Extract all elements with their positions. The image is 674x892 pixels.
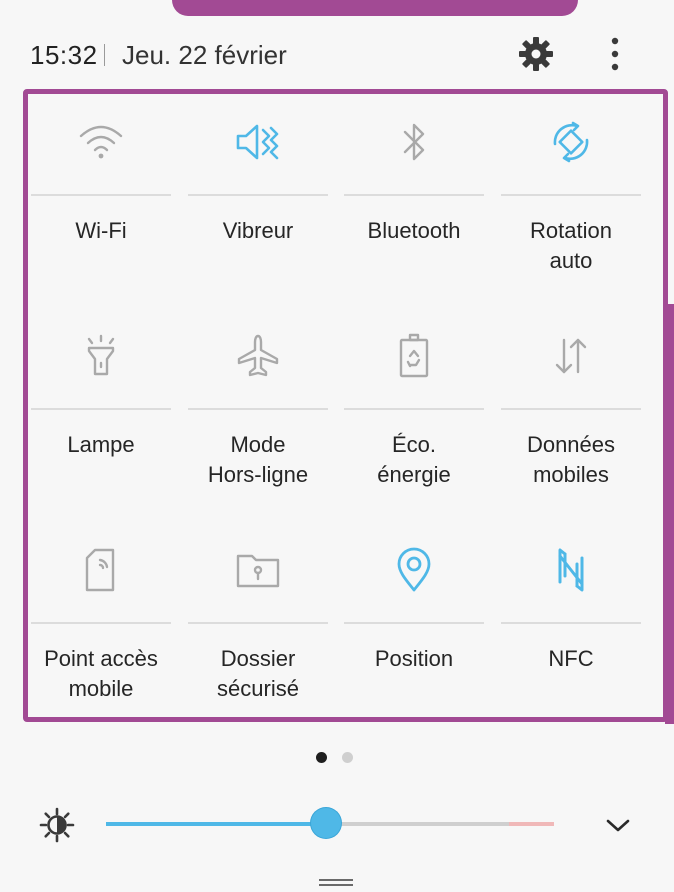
- tile-divider: [31, 622, 171, 624]
- bluetooth-icon: [403, 123, 425, 161]
- tile-bluetooth[interactable]: Bluetooth: [344, 92, 484, 302]
- tile-divider: [31, 408, 171, 410]
- tile-divider: [31, 194, 171, 196]
- tile-divider: [501, 194, 641, 196]
- clock-time: 15:32: [30, 40, 98, 70]
- tile-divider: [344, 408, 484, 410]
- time-date-separator: [104, 44, 105, 66]
- tile-hotspot[interactable]: Point accès mobile: [31, 520, 171, 730]
- page-dot-current[interactable]: [316, 752, 327, 763]
- tile-divider: [501, 622, 641, 624]
- tile-wifi[interactable]: Wi-Fi: [31, 92, 171, 302]
- settings-button[interactable]: [516, 34, 556, 74]
- tile-divider: [344, 194, 484, 196]
- hotspot-icon: [85, 548, 115, 592]
- date-label: Jeu. 22 février: [122, 40, 287, 70]
- tile-auto-rotate[interactable]: Rotation auto: [501, 92, 641, 302]
- flashlight-icon: [87, 334, 115, 376]
- tile-divider: [188, 194, 328, 196]
- secure-folder-icon: [236, 554, 280, 588]
- tile-location[interactable]: Position: [344, 520, 484, 730]
- tile-divider: [188, 408, 328, 410]
- highlight-tab: [172, 0, 578, 16]
- tile-label: Position: [374, 646, 454, 671]
- tile-vibrate[interactable]: Vibreur: [188, 92, 328, 302]
- highlight-side-bar: [665, 304, 674, 724]
- tile-label: NFC: [548, 646, 594, 671]
- tile-label: Vibreur: [222, 218, 294, 243]
- tile-label: Point accès mobile: [44, 646, 158, 701]
- page-indicator: [316, 752, 360, 764]
- tile-label: Mode Hors-ligne: [207, 432, 309, 487]
- tile-secure-folder[interactable]: Dossier sécurisé: [188, 520, 328, 730]
- tile-divider: [501, 408, 641, 410]
- expand-button[interactable]: [598, 808, 638, 842]
- auto-rotate-icon: [553, 121, 589, 163]
- tile-label: Rotation auto: [530, 218, 612, 273]
- airplane-icon: [237, 334, 279, 377]
- more-options-button[interactable]: [600, 34, 630, 74]
- more-vertical-icon: [611, 37, 619, 71]
- tile-divider: [344, 622, 484, 624]
- page-dot[interactable]: [342, 752, 353, 763]
- vibrate-icon: [236, 124, 279, 160]
- brightness-slider[interactable]: [106, 808, 554, 838]
- wifi-icon: [79, 125, 123, 159]
- brightness-row: [0, 796, 674, 856]
- location-icon: [397, 547, 431, 592]
- mobile-data-icon: [555, 338, 587, 374]
- tile-divider: [188, 622, 328, 624]
- nfc-icon: [558, 548, 584, 592]
- tile-airplane-mode[interactable]: Mode Hors-ligne: [188, 306, 328, 516]
- tile-nfc[interactable]: NFC: [501, 520, 641, 730]
- tile-flashlight[interactable]: Lampe: [31, 306, 171, 516]
- tile-label: Données mobiles: [526, 432, 616, 487]
- slider-thumb[interactable]: [311, 808, 341, 838]
- chevron-down-icon: [606, 819, 630, 832]
- tile-label: Bluetooth: [367, 218, 461, 243]
- tile-mobile-data[interactable]: Données mobiles: [501, 306, 641, 516]
- drag-handle-icon: [319, 879, 353, 886]
- gear-icon: [519, 37, 553, 71]
- slider-track-end: [509, 822, 554, 826]
- tile-label: Wi-Fi: [75, 218, 127, 243]
- tile-label: Éco. énergie: [377, 432, 451, 487]
- tile-label: Lampe: [67, 432, 135, 457]
- brightness-auto-button[interactable]: [38, 806, 76, 844]
- tile-power-saving[interactable]: Éco. énergie: [344, 306, 484, 516]
- power-saving-icon: [399, 333, 429, 378]
- status-bar: 15:32 Jeu. 22 février: [0, 32, 674, 78]
- slider-track-fill: [106, 822, 326, 826]
- drag-handle[interactable]: [319, 874, 353, 886]
- brightness-icon: [39, 807, 75, 843]
- tile-label: Dossier sécurisé: [217, 646, 299, 701]
